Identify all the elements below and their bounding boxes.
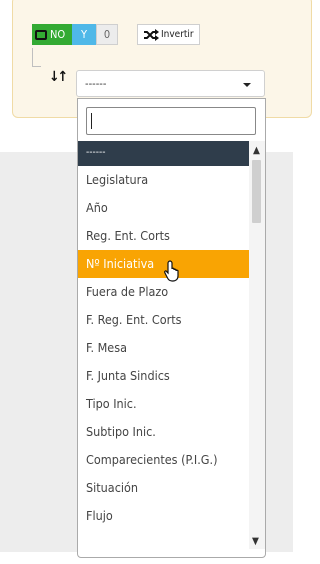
option-item[interactable]: Comparecientes (P.I.G.): [78, 446, 249, 474]
option-item[interactable]: F. Junta Sindics: [78, 362, 249, 390]
option-item[interactable]: Legislatura: [78, 166, 249, 194]
option-item[interactable]: ------: [78, 141, 249, 166]
sort-arrows-icon[interactable]: ↓↑: [49, 69, 68, 85]
toggle-no-option[interactable]: NO: [32, 24, 72, 45]
option-item[interactable]: Flujo: [78, 502, 249, 530]
scrollbar-thumb[interactable]: [252, 160, 261, 223]
toggle-square-icon: [35, 29, 47, 40]
option-item[interactable]: Reg. Ent. Corts: [78, 222, 249, 250]
option-item[interactable]: Situación: [78, 474, 249, 502]
scroll-up-icon[interactable]: ▲: [253, 145, 260, 156]
shuffle-icon: [144, 28, 159, 41]
select-dropdown: ------ Legislatura Año Reg. Ent. Corts N…: [77, 98, 266, 558]
option-item[interactable]: Tipo Inic.: [78, 390, 249, 418]
dropdown-scrollbar[interactable]: ▲ ▼: [249, 141, 265, 549]
dropdown-search-input[interactable]: [86, 107, 256, 135]
field-select[interactable]: ------: [76, 70, 265, 97]
yes-no-toggle[interactable]: NO Y 0: [32, 24, 118, 45]
option-list: ------ Legislatura Año Reg. Ent. Corts N…: [78, 141, 249, 530]
text-cursor: [91, 113, 92, 129]
chevron-down-icon: [243, 83, 251, 87]
option-item[interactable]: Subtipo Inic.: [78, 418, 249, 446]
toggle-zero-option[interactable]: 0: [96, 24, 118, 45]
field-select-value: ------: [85, 77, 107, 90]
tree-connector: [32, 48, 41, 67]
option-item[interactable]: F. Reg. Ent. Corts: [78, 306, 249, 334]
invert-button[interactable]: Invertir: [137, 24, 200, 45]
option-item[interactable]: Año: [78, 194, 249, 222]
toggle-yes-option[interactable]: Y: [72, 24, 96, 45]
option-item[interactable]: F. Mesa: [78, 334, 249, 362]
scroll-down-icon[interactable]: ▼: [252, 536, 259, 547]
toggle-no-label: NO: [50, 28, 66, 41]
hand-pointer-icon: [164, 260, 179, 282]
option-item[interactable]: Fuera de Plazo: [78, 278, 249, 306]
invert-label: Invertir: [161, 29, 194, 40]
